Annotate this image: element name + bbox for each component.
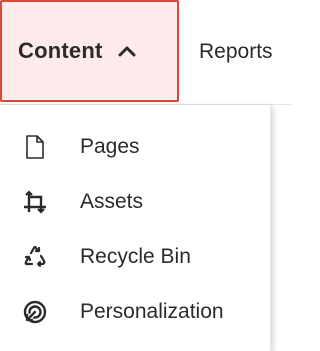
top-nav-bar: Content Reports: [0, 0, 291, 105]
content-dropdown-menu: Pages Assets Recycle Bin Personalization: [0, 105, 271, 351]
personalization-icon: [22, 299, 48, 325]
menu-item-pages[interactable]: Pages: [0, 123, 270, 171]
menu-item-recycle-bin[interactable]: Recycle Bin: [0, 233, 270, 281]
menu-item-label: Assets: [80, 190, 144, 213]
tab-content-label: Content: [18, 38, 103, 63]
tab-content[interactable]: Content: [0, 0, 179, 102]
recycle-icon: [22, 244, 48, 270]
chevron-up-icon: [117, 44, 137, 58]
menu-item-label: Recycle Bin: [80, 245, 191, 268]
tab-reports[interactable]: Reports: [199, 0, 273, 104]
menu-item-assets[interactable]: Assets: [0, 178, 270, 226]
menu-item-label: Pages: [80, 135, 140, 158]
assets-icon: [22, 189, 48, 215]
page-icon: [22, 134, 48, 160]
tab-reports-label: Reports: [199, 40, 273, 63]
menu-item-label: Personalization: [80, 300, 224, 323]
menu-item-personalization[interactable]: Personalization: [0, 288, 270, 336]
